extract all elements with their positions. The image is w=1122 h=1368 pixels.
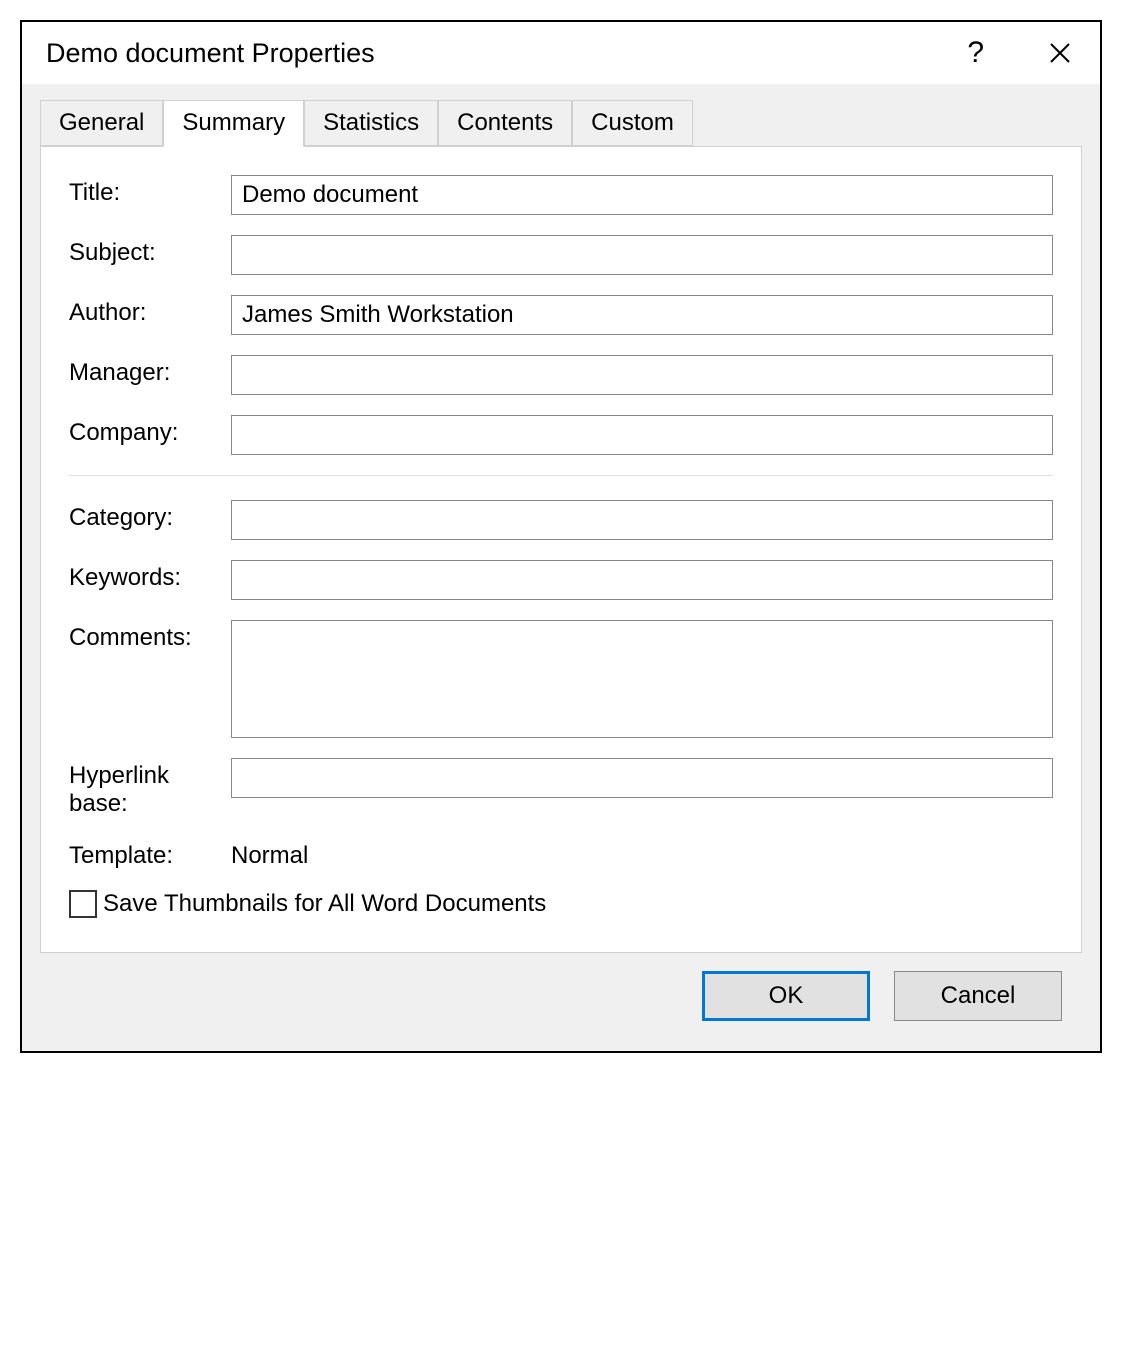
label-save-thumbnails: Save Thumbnails for All Word Documents	[103, 890, 546, 918]
dialog-footer: OK Cancel	[40, 953, 1082, 1043]
label-company: Company:	[69, 415, 231, 447]
tab-general[interactable]: General	[40, 100, 163, 146]
tab-contents[interactable]: Contents	[438, 100, 572, 146]
ok-button[interactable]: OK	[702, 971, 870, 1021]
dialog-title: Demo document Properties	[46, 38, 959, 69]
label-author: Author:	[69, 295, 231, 327]
tab-custom[interactable]: Custom	[572, 100, 693, 146]
label-category: Category:	[69, 500, 231, 532]
titlebar-buttons: ?	[959, 36, 1080, 70]
cancel-button[interactable]: Cancel	[894, 971, 1062, 1021]
value-template: Normal	[231, 838, 308, 870]
help-button[interactable]: ?	[959, 36, 992, 70]
input-author[interactable]	[231, 295, 1053, 335]
input-keywords[interactable]	[231, 560, 1053, 600]
row-subject: Subject:	[69, 235, 1053, 275]
label-title: Title:	[69, 175, 231, 207]
row-template: Template: Normal	[69, 838, 1053, 870]
properties-dialog: Demo document Properties ? General Summa…	[20, 20, 1102, 1053]
tab-statistics[interactable]: Statistics	[304, 100, 438, 146]
titlebar: Demo document Properties ?	[22, 22, 1100, 84]
divider	[69, 475, 1053, 476]
row-keywords: Keywords:	[69, 560, 1053, 600]
label-keywords: Keywords:	[69, 560, 231, 592]
label-manager: Manager:	[69, 355, 231, 387]
tab-panel-summary: Title: Subject: Author: Manager: Company…	[40, 146, 1082, 953]
checkbox-save-thumbnails[interactable]	[69, 890, 97, 918]
input-category[interactable]	[231, 500, 1053, 540]
input-comments[interactable]	[231, 620, 1053, 738]
close-icon	[1048, 41, 1072, 65]
label-subject: Subject:	[69, 235, 231, 267]
row-author: Author:	[69, 295, 1053, 335]
input-title[interactable]	[231, 175, 1053, 215]
label-hyperlink-base: Hyperlink base:	[69, 758, 231, 818]
row-category: Category:	[69, 500, 1053, 540]
row-company: Company:	[69, 415, 1053, 455]
label-comments: Comments:	[69, 620, 231, 652]
input-manager[interactable]	[231, 355, 1053, 395]
row-comments: Comments:	[69, 620, 1053, 738]
input-company[interactable]	[231, 415, 1053, 455]
input-hyperlink-base[interactable]	[231, 758, 1053, 798]
row-manager: Manager:	[69, 355, 1053, 395]
tab-summary[interactable]: Summary	[163, 100, 304, 147]
row-save-thumbnails[interactable]: Save Thumbnails for All Word Documents	[69, 890, 1053, 918]
row-title: Title:	[69, 175, 1053, 215]
input-subject[interactable]	[231, 235, 1053, 275]
dialog-body: General Summary Statistics Contents Cust…	[22, 84, 1100, 1051]
tab-strip: General Summary Statistics Contents Cust…	[40, 100, 1082, 146]
label-template: Template:	[69, 838, 231, 870]
row-hyperlink-base: Hyperlink base:	[69, 758, 1053, 818]
close-button[interactable]	[1040, 41, 1080, 65]
